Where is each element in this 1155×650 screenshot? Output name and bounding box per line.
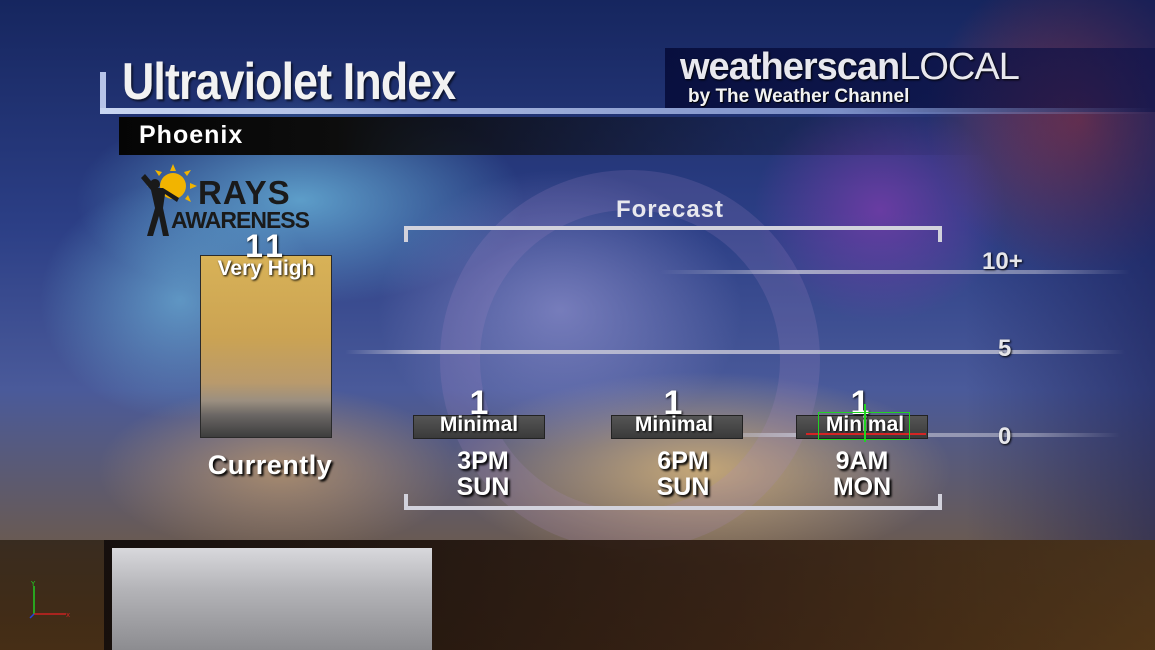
scale-line-max — [660, 270, 1130, 274]
forecast-time: 6PM SUN — [617, 448, 749, 500]
forecast-bracket-top — [404, 226, 942, 242]
svg-text:x: x — [66, 611, 70, 619]
page-title: Ultraviolet Index — [122, 53, 456, 111]
location-bar: Phoenix — [119, 117, 989, 155]
scale-label-mid: 5 — [998, 335, 1012, 362]
forecast-day: SUN — [456, 473, 510, 501]
forecast-hour: 6PM — [657, 447, 709, 475]
brand-logo-light: LOCAL — [899, 46, 1020, 88]
title-rule — [100, 108, 1155, 114]
axes-gizmo-icon: Y x — [29, 580, 70, 619]
selection-box[interactable] — [818, 412, 910, 440]
forecast-uv-category: Minimal — [439, 413, 519, 436]
forecast-hour: 3PM — [457, 447, 509, 475]
current-uv-category: Very High — [217, 257, 315, 280]
forecast-day: SUN — [656, 473, 710, 501]
forecast-uv-category: Minimal — [634, 413, 714, 436]
current-uv-label: Currently — [207, 450, 333, 480]
current-uv-bar — [200, 255, 332, 438]
brand-logo: weatherscanLOCAL — [680, 46, 1020, 89]
bottom-panel — [112, 548, 432, 650]
forecast-day: MON — [832, 473, 892, 501]
forecast-time: 9AM MON — [796, 448, 928, 500]
rays-awareness-logo: RAYS AWARENESS — [133, 164, 333, 238]
forecast-label: Forecast — [615, 196, 725, 223]
brand-tagline: by The Weather Channel — [688, 86, 910, 107]
scale-label-min: 0 — [998, 423, 1012, 450]
brand-logo-bold: weatherscan — [680, 46, 900, 88]
forecast-time: 3PM SUN — [417, 448, 549, 500]
scale-label-max: 10+ — [982, 248, 1023, 275]
svg-text:Y: Y — [30, 580, 36, 588]
location-name: Phoenix — [139, 121, 244, 149]
forecast-hour: 9AM — [835, 447, 889, 475]
